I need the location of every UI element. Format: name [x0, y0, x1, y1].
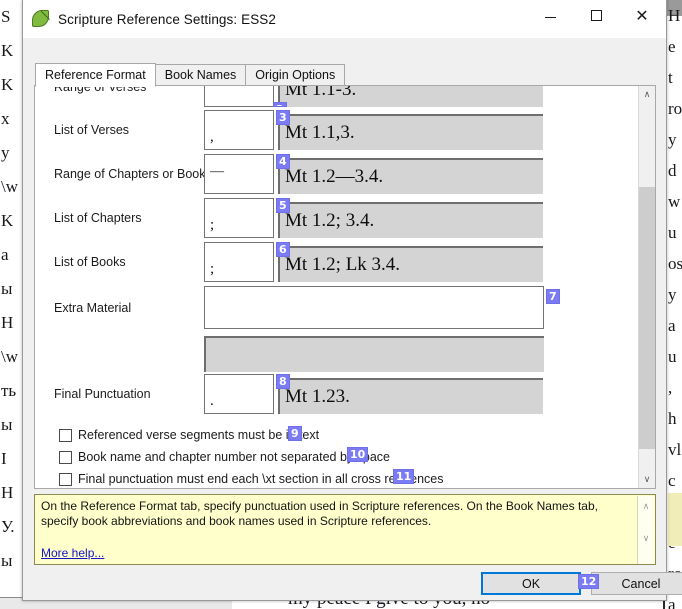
minimize-icon: [544, 17, 556, 18]
row-preview-list-of-chapters: Mt 1.2; 3.4.: [278, 202, 543, 238]
checkbox-row-book-name-chapter-number[interactable]: Book name and chapter number not separat…: [35, 448, 639, 469]
badge-11: 11: [393, 469, 415, 484]
row-input-list-of-verses[interactable]: ,: [204, 110, 274, 150]
close-icon: ✕: [635, 5, 649, 25]
row-label: List of Books: [54, 255, 126, 269]
row-label: Final Punctuation: [54, 387, 151, 401]
tab-list: Reference Format Book Names Origin Optio…: [35, 63, 346, 87]
extra-material-textarea[interactable]: [204, 286, 544, 329]
dialog-footer: OK 12 Cancel: [23, 570, 682, 600]
form-row-list-of-books: List of Books ; Mt 1.2; Lk 3.4.: [35, 242, 639, 282]
row-preview-text: Mt 1.2; Lk 3.4.: [285, 254, 401, 275]
row-preview-list-of-verses: Mt 1.1,3.: [278, 114, 543, 150]
row-label: List of Verses: [54, 123, 130, 137]
row-preview-text: Mt 1.1,3.: [285, 122, 355, 143]
tab-origin-options[interactable]: Origin Options: [245, 64, 346, 86]
form-row-range-of-verses-clipped: Range of Verses - Mt 1.1-3.: [35, 86, 639, 107]
reference-format-panel: Range of Verses - Mt 1.1-3. 2 List of Ve…: [34, 85, 656, 489]
form-row: Range of Verses - Mt 1.1-3.: [35, 86, 639, 107]
scroll-down-icon[interactable]: ∨: [639, 471, 655, 488]
row-input-range-of-chapters-or-books[interactable]: —: [204, 154, 274, 194]
title-bar: Scripture Reference Settings: ESS2 ✕: [23, 0, 666, 39]
background-left-text: S K Kx y \w Ka ы Н \w ть ы I Н У. ы: [1, 7, 18, 570]
row-preview-range-of-verses: Mt 1.1-3.: [278, 86, 543, 107]
row-input-range-of-verses[interactable]: -: [204, 86, 274, 107]
maximize-button[interactable]: [573, 0, 619, 31]
row-input-value: ;: [210, 261, 215, 277]
row-label: Range of Verses: [54, 86, 147, 94]
checkbox-referenced-verse-segments[interactable]: [59, 429, 72, 442]
checkbox-label: Final punctuation must end each \xt sect…: [78, 472, 444, 486]
row-input-value: -: [210, 86, 215, 92]
form-row-final-punctuation: Final Punctuation . Mt 1.23.: [35, 374, 639, 414]
row-preview-text: Mt 1.2; 3.4.: [285, 210, 375, 231]
help-scroll-up-icon[interactable]: ∧: [638, 498, 654, 515]
badge-8: 8: [276, 374, 290, 389]
badge-12: 12: [578, 574, 600, 589]
badge-7: 7: [546, 289, 560, 304]
ok-button[interactable]: OK: [481, 572, 581, 595]
form-scrollbar[interactable]: ∧ ∨: [638, 86, 655, 488]
checkbox-row-referenced-verse-segments[interactable]: Referenced verse segments must be in tex…: [35, 426, 639, 447]
checkbox-book-name-chapter-number[interactable]: [59, 451, 72, 464]
row-label: Range of Chapters or Books: [54, 167, 212, 181]
badge-6: 6: [276, 242, 290, 257]
row-input-value: ,: [210, 129, 214, 145]
badge-4: 4: [276, 154, 290, 169]
checkbox-label: Referenced verse segments must be in tex…: [78, 428, 320, 442]
badge-9: 9: [288, 426, 302, 441]
more-help-link[interactable]: More help...: [41, 546, 104, 560]
checkbox-row-final-punctuation-xt[interactable]: Final punctuation must end each \xt sect…: [35, 470, 639, 488]
checkbox-final-punctuation-xt[interactable]: [59, 473, 72, 486]
dialog-title: Scripture Reference Settings: ESS2: [58, 11, 277, 27]
tab-book-names[interactable]: Book Names: [154, 64, 247, 86]
tab-reference-format[interactable]: Reference Format: [35, 63, 156, 87]
form-scrollbar-thumb[interactable]: [639, 187, 655, 449]
badge-5: 5: [276, 198, 290, 213]
badge-10: 10: [347, 447, 369, 462]
row-preview-list-of-books: Mt 1.2; Lk 3.4.: [278, 246, 543, 282]
close-button[interactable]: ✕: [619, 0, 665, 31]
checkbox-label: Book name and chapter number not separat…: [78, 450, 391, 464]
cancel-button[interactable]: Cancel: [591, 572, 682, 595]
row-input-final-punctuation[interactable]: .: [204, 374, 274, 414]
row-input-list-of-books[interactable]: ;: [204, 242, 274, 282]
help-text: On the Reference Format tab, specify pun…: [41, 499, 598, 528]
row-input-value: —: [210, 164, 224, 179]
row-preview-text: Mt 1.1-3.: [285, 86, 357, 100]
background-highlight: [668, 493, 682, 546]
tab-strip: Reference Format Book Names Origin Optio…: [23, 38, 666, 87]
row-preview-text: Mt 1.2—3.4.: [285, 166, 384, 187]
row-input-value: ;: [210, 217, 215, 233]
badge-3: 3: [276, 110, 290, 125]
form-row-range-of-chapters-or-books: Range of Chapters or Books — Mt 1.2—3.4.: [35, 154, 639, 194]
extra-material-preview: [204, 336, 544, 372]
form-scroll-content: Range of Verses - Mt 1.1-3. 2 List of Ve…: [35, 86, 639, 488]
scroll-up-icon[interactable]: ∧: [639, 86, 655, 103]
row-preview-final-punctuation: Mt 1.23.: [278, 378, 543, 414]
form-row-list-of-verses: List of Verses , Mt 1.1,3.: [35, 110, 639, 150]
row-label: Extra Material: [54, 301, 132, 315]
row-input-list-of-chapters[interactable]: ;: [204, 198, 274, 238]
minimize-button[interactable]: [527, 0, 573, 31]
help-scrollbar[interactable]: ∧ ∨: [637, 496, 654, 564]
maximize-icon: [590, 10, 602, 21]
form-row-list-of-chapters: List of Chapters ; Mt 1.2; 3.4.: [35, 198, 639, 238]
badge-2-clipped: 2: [273, 102, 287, 107]
row-preview-range-of-chapters-or-books: Mt 1.2—3.4.: [278, 158, 543, 194]
row-input-value: .: [210, 393, 214, 409]
row-preview-text: Mt 1.23.: [285, 386, 350, 407]
help-panel: On the Reference Format tab, specify pun…: [34, 494, 656, 565]
help-scroll-down-icon[interactable]: ∨: [638, 530, 654, 547]
row-label: List of Chapters: [54, 211, 142, 225]
leaf-icon: [32, 10, 50, 29]
scripture-reference-settings-dialog: Scripture Reference Settings: ESS2 ✕ Ref…: [22, 0, 682, 601]
